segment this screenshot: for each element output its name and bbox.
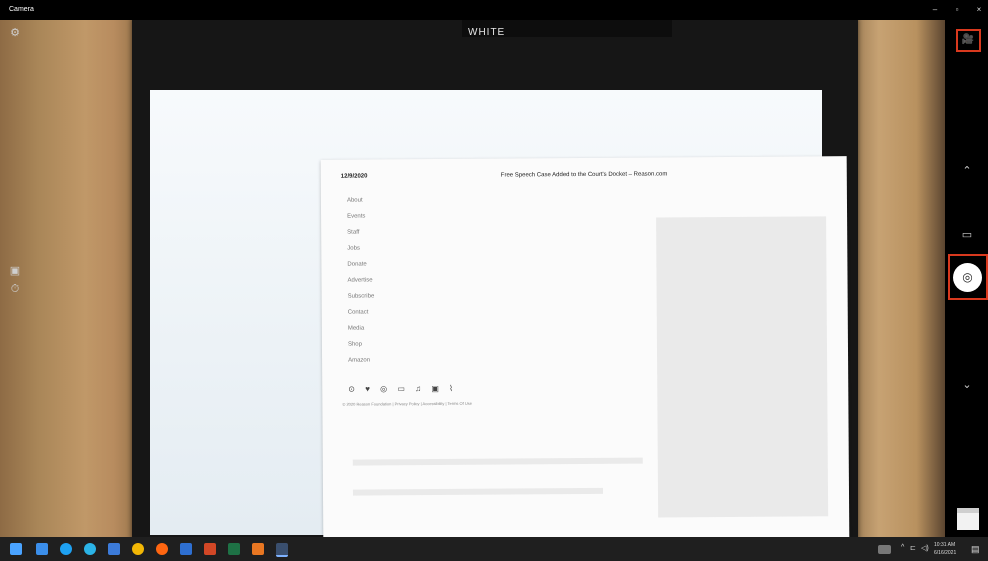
page-menu: About Events Staff Jobs Donate Advertise… bbox=[347, 197, 375, 373]
page-ghost-line bbox=[352, 457, 643, 466]
close-icon[interactable]: × bbox=[973, 4, 985, 16]
chevron-down-icon[interactable]: ⌄ bbox=[958, 376, 976, 394]
network-icon[interactable]: ⊏ bbox=[910, 544, 916, 552]
page-footer: © 2020 Reason Foundation | Privacy Polic… bbox=[342, 400, 472, 407]
page-title: Free Speech Case Added to the Court's Do… bbox=[500, 171, 668, 179]
page-menu-item: Jobs bbox=[347, 245, 360, 252]
page-social-icons: ⊙ ♥ ◎ ▭ ♫ ▣ ⌇ bbox=[348, 383, 458, 394]
clock-time[interactable]: 10:31 AM bbox=[934, 542, 955, 548]
video-mode-icon[interactable]: 🎥 bbox=[959, 31, 977, 49]
printed-page: 12/9/2020 Free Speech Case Added to the … bbox=[320, 156, 850, 537]
tablet-label: WHITE bbox=[468, 27, 506, 38]
title-bar: Camera – ▫ × bbox=[0, 0, 988, 20]
excel-icon[interactable] bbox=[228, 543, 240, 555]
page-header: 12/9/2020 Free Speech Case Added to the … bbox=[341, 170, 827, 179]
page-menu-item: Events bbox=[347, 213, 366, 220]
search-icon[interactable] bbox=[60, 543, 72, 555]
file-explorer-icon[interactable] bbox=[36, 543, 48, 555]
page-ghost-column bbox=[656, 216, 829, 518]
page-menu-item: Donate bbox=[347, 261, 367, 268]
page-ghost-line bbox=[352, 487, 604, 496]
last-capture-thumbnail[interactable] bbox=[957, 508, 979, 530]
firefox-icon[interactable] bbox=[156, 543, 168, 555]
chevron-up-icon[interactable]: ⌃ bbox=[958, 162, 976, 180]
ie-icon[interactable] bbox=[108, 543, 120, 555]
page-menu-item: Subscribe bbox=[347, 293, 375, 300]
keyboard-icon[interactable] bbox=[878, 545, 891, 554]
page-menu-item: About bbox=[346, 197, 363, 204]
clock-date[interactable]: 6/16/2021 bbox=[934, 550, 956, 556]
minimize-icon[interactable]: – bbox=[929, 4, 941, 16]
chrome-icon[interactable] bbox=[132, 543, 144, 555]
page-menu-item: Shop bbox=[347, 341, 362, 348]
hdr-icon[interactable]: ▣ bbox=[6, 262, 24, 280]
powerpoint-icon[interactable] bbox=[204, 543, 216, 555]
camera-app-icon[interactable] bbox=[276, 543, 288, 557]
vlc-icon[interactable] bbox=[252, 543, 264, 555]
start-icon[interactable] bbox=[10, 543, 22, 555]
capture-button[interactable]: ◎ bbox=[953, 263, 982, 292]
taskbar: ^ ⊏ ◁) 10:31 AM 6/16/2021 ▤ bbox=[0, 537, 988, 561]
page-menu-item: Advertise bbox=[347, 277, 373, 284]
camera-viewfinder: WHITE 12/9/2020 Free Speech Case Added t… bbox=[0, 20, 945, 537]
maximize-icon[interactable]: ▫ bbox=[951, 4, 963, 16]
page-date: 12/9/2020 bbox=[340, 173, 368, 180]
page-menu-item: Contact bbox=[347, 309, 369, 316]
notification-icon[interactable]: ▤ bbox=[971, 544, 980, 555]
camera-icon: ◎ bbox=[962, 270, 973, 284]
right-sidebar: 🎥 ⌃ ▭ ◎ ⌄ bbox=[945, 20, 988, 537]
settings-icon[interactable]: ⚙ bbox=[6, 24, 24, 42]
photo-mode-icon[interactable]: ▭ bbox=[958, 226, 976, 244]
tray-chevron-icon[interactable]: ^ bbox=[901, 544, 904, 551]
app-title: Camera bbox=[9, 6, 34, 13]
word-icon[interactable] bbox=[180, 543, 192, 555]
edge-icon[interactable] bbox=[84, 543, 96, 555]
page-menu-item: Media bbox=[347, 325, 365, 332]
left-sidebar: ⚙ ▣ ⏱ bbox=[0, 20, 30, 537]
page-menu-item: Staff bbox=[347, 229, 360, 236]
volume-icon[interactable]: ◁) bbox=[921, 544, 929, 552]
timer-icon[interactable]: ⏱ bbox=[6, 280, 24, 298]
page-menu-item: Amazon bbox=[348, 357, 371, 364]
